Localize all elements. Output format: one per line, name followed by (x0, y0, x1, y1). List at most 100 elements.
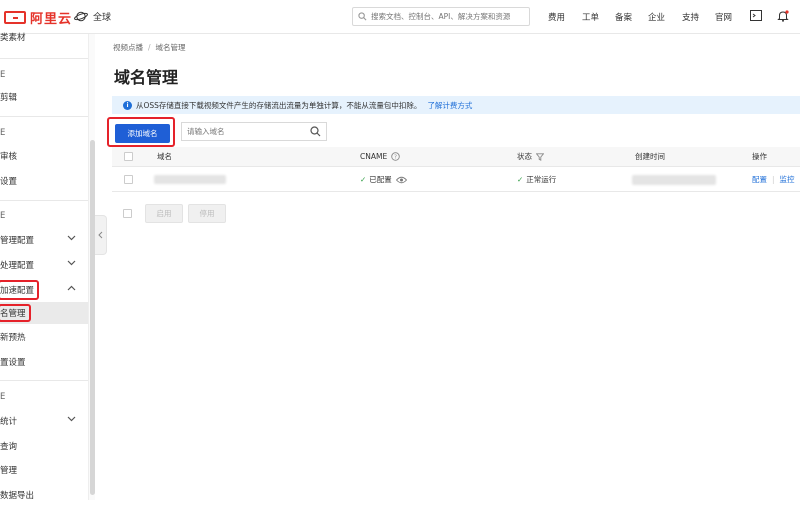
globe-icon (74, 11, 88, 22)
region-label: 全球 (93, 13, 112, 23)
cname-cell: ✓ 已配置 (360, 168, 407, 191)
sidebar-item-label: 加速配置 (0, 280, 40, 300)
cname-value: 已配置 (369, 175, 392, 184)
chevron-left-icon (98, 231, 103, 239)
table-header: 域名 CNAME ? 状态 创建时间 操作 (112, 147, 800, 167)
info-notice: i 从OSS存储直接下载视频文件产生的存储流出流量为单独计算，不能从流量包中扣除… (112, 96, 800, 114)
column-cname-label: CNAME (360, 152, 388, 161)
sidebar-item-process-config[interactable]: 处理配置 (0, 254, 88, 276)
column-actions: 操作 (752, 152, 767, 161)
column-status: 状态 (517, 147, 544, 166)
breadcrumb-parent[interactable]: 视频点播 (113, 43, 143, 52)
help-icon[interactable]: ? (391, 152, 400, 161)
sidebar-group-header: E (0, 122, 88, 144)
domain-search-input[interactable] (187, 127, 305, 136)
sidebar-item-label: 统计 (0, 417, 18, 427)
sidebar-item-label: 查询 (0, 442, 18, 452)
sidebar-item-manage[interactable]: 管理 (0, 459, 88, 481)
sidebar: 类素材 E 剪辑 E 审核 设置 E 管理配置 处理配置 加速配置 名管理 新预… (0, 33, 88, 501)
aliyun-logo-icon (4, 10, 26, 24)
logo-text: 阿里云 (30, 11, 73, 27)
sidebar-item-edit[interactable]: 剪辑 (0, 86, 88, 108)
sidebar-item-domain-management[interactable]: 名管理 (0, 302, 88, 324)
status-cell: ✓ 正常运行 (517, 168, 556, 191)
region-selector[interactable]: 全球 (74, 10, 111, 23)
sidebar-item-config-settings[interactable]: 置设置 (0, 351, 88, 373)
nav-billing[interactable]: 费用 (548, 11, 565, 23)
breadcrumb-separator: / (148, 43, 151, 52)
configure-link[interactable]: 配置 (752, 174, 767, 185)
column-domain: 域名 (157, 152, 172, 161)
filter-icon[interactable] (536, 152, 544, 161)
terminal-icon[interactable] (750, 10, 762, 21)
sidebar-item-acceleration-config[interactable]: 加速配置 (0, 279, 88, 301)
chevron-down-icon (67, 260, 76, 266)
column-cname: CNAME ? (360, 147, 400, 166)
sidebar-item-label: 剪辑 (0, 93, 18, 103)
nav-ticket[interactable]: 工单 (582, 11, 599, 23)
sidebar-item-label: E (0, 70, 6, 80)
sidebar-item-label: E (0, 211, 6, 221)
sidebar-item-label: 名管理 (0, 304, 31, 322)
bell-icon[interactable] (777, 10, 789, 22)
sidebar-item-label: 数据导出 (0, 491, 35, 501)
sidebar-collapse-toggle[interactable] (95, 215, 107, 255)
nav-icp[interactable]: 备案 (615, 11, 632, 23)
top-bar: 阿里云 全球 费用 工单 备案 企业 支持 官网 (0, 0, 800, 34)
domain-value-redacted (154, 175, 226, 184)
nav-support[interactable]: 支持 (682, 11, 699, 23)
action-divider: | (772, 175, 775, 184)
check-icon: ✓ (360, 175, 367, 184)
select-all-checkbox[interactable] (124, 152, 133, 161)
svg-text:?: ? (394, 155, 397, 161)
notice-text: 从OSS存储直接下载视频文件产生的存储流出流量为单独计算，不能从流量包中扣除。 (136, 100, 422, 110)
sidebar-item-query[interactable]: 查询 (0, 435, 88, 457)
column-created-time: 创建时间 (635, 152, 665, 161)
sidebar-group-header: E (0, 386, 88, 408)
divider (0, 200, 88, 201)
column-status-label: 状态 (517, 152, 532, 161)
sidebar-item-label: 处理配置 (0, 261, 35, 271)
global-search[interactable] (352, 7, 530, 26)
row-actions: 配置 | 监控 (752, 168, 795, 191)
sidebar-item-label: 管理配置 (0, 236, 35, 246)
domain-search[interactable] (181, 122, 327, 141)
disable-button[interactable]: 停用 (188, 204, 226, 223)
nav-official-site[interactable]: 官网 (715, 11, 732, 23)
chevron-down-icon (67, 416, 76, 422)
sidebar-item-settings[interactable]: 设置 (0, 170, 88, 192)
nav-enterprise[interactable]: 企业 (648, 11, 665, 23)
billing-method-link[interactable]: 了解计费方式 (427, 100, 472, 111)
sidebar-item-label: E (0, 392, 6, 402)
eye-icon[interactable] (395, 176, 407, 184)
sidebar-item-statistics[interactable]: 统计 (0, 410, 88, 432)
sidebar-scrollbar-thumb[interactable] (90, 140, 95, 495)
sidebar-item-label: 类素材 (0, 33, 26, 43)
sidebar-item-refresh-preload[interactable]: 新预热 (0, 326, 88, 348)
add-domain-highlight: 添加域名 (107, 117, 175, 147)
search-icon[interactable] (310, 126, 321, 137)
sidebar-item-data-export[interactable]: 数据导出 (0, 484, 88, 506)
created-time-redacted (632, 174, 716, 185)
chevron-down-icon (67, 235, 76, 241)
enable-button[interactable]: 启用 (145, 204, 183, 223)
divider (0, 380, 88, 381)
sidebar-group-header: E (0, 64, 88, 86)
sidebar-item-manage-config[interactable]: 管理配置 (0, 229, 88, 251)
page-title: 域名管理 (114, 68, 179, 87)
breadcrumb-current: 域名管理 (155, 43, 186, 52)
aliyun-logo[interactable]: 阿里云 (4, 8, 73, 27)
bulk-select-checkbox[interactable] (123, 209, 132, 218)
divider (0, 58, 88, 59)
breadcrumb: 视频点播 / 域名管理 (113, 42, 186, 53)
sidebar-item-label: 置设置 (0, 358, 26, 368)
sidebar-item-label: 设置 (0, 177, 18, 187)
add-domain-button[interactable]: 添加域名 (115, 124, 170, 143)
main-content: 视频点播 / 域名管理 域名管理 i 从OSS存储直接下载视频文件产生的存储流出流量… (107, 34, 800, 500)
sidebar-item-label: 审核 (0, 152, 18, 162)
global-search-input[interactable] (371, 12, 521, 21)
sidebar-item-material[interactable]: 类素材 (0, 26, 88, 48)
monitor-link[interactable]: 监控 (780, 174, 795, 185)
row-checkbox[interactable] (124, 175, 133, 184)
sidebar-item-review[interactable]: 审核 (0, 145, 88, 167)
